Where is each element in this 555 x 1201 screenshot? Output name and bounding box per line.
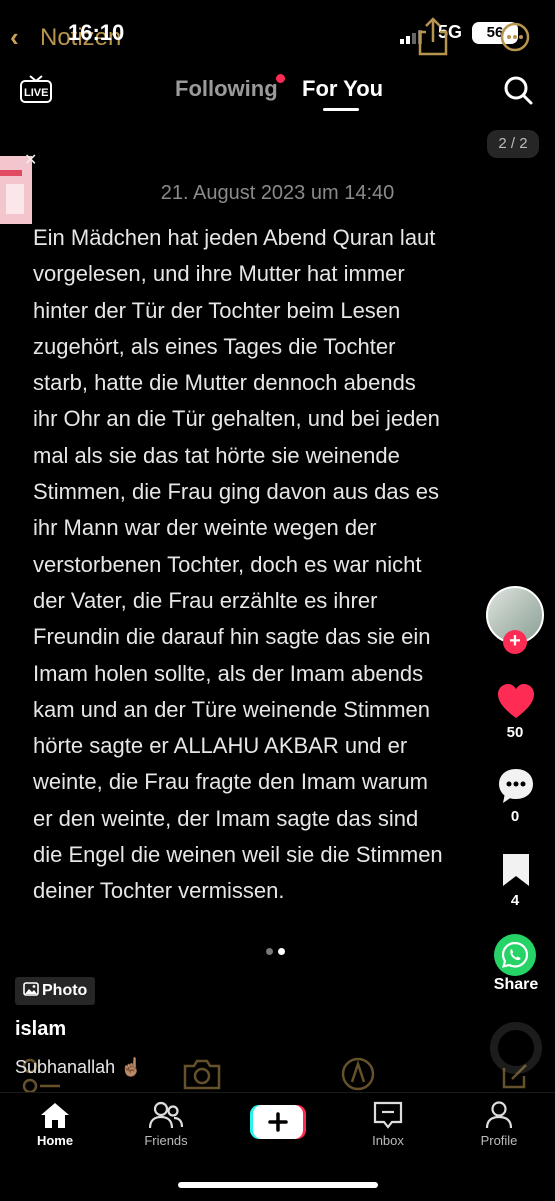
note-line: deiner Tochter vermissen.	[33, 878, 285, 904]
bookmark-icon[interactable]	[500, 852, 532, 888]
note-line: hinter der Tür der Tochter beim Lesen	[33, 297, 401, 323]
note-line: ihr Mann war der weinte wegen der	[33, 515, 377, 541]
note-line: weinte, die Frau fragte den Imam warum	[33, 769, 428, 795]
carousel-dot-active[interactable]	[278, 948, 285, 955]
carousel-dot[interactable]	[266, 948, 273, 955]
note-line: der Vater, die Frau erzählte es ihrer	[33, 587, 378, 613]
note-line: Imam holen sollte, als der Imam abends	[33, 660, 424, 686]
note-line: die Engel die weinen weil sie die Stimme…	[33, 842, 443, 868]
nav-friends[interactable]: Friends	[126, 1101, 206, 1148]
tab-following[interactable]: Following	[175, 76, 278, 102]
note-line: Freundin die darauf hin sagte das sie ei…	[33, 624, 431, 650]
active-tab-underline	[323, 108, 359, 111]
note-line: starb, hatte die Mutter dennoch abends	[33, 370, 416, 396]
nav-inbox[interactable]: Inbox	[348, 1101, 428, 1148]
profile-icon	[485, 1101, 513, 1129]
inbox-icon	[373, 1101, 403, 1129]
compose-icon	[502, 1064, 527, 1089]
carousel-dots	[266, 942, 290, 960]
username[interactable]: islam	[15, 1018, 66, 1041]
note-line: ihr Ohr an die Tür gehalten, und bei jed…	[33, 406, 440, 432]
live-label: LIVE	[24, 87, 49, 99]
note-body: Ein Mädchen hat jeden Abend Quran laut v…	[33, 220, 513, 910]
post-caption: Subhanallah ☝🏽	[15, 1057, 143, 1077]
nav-profile-label: Profile	[480, 1133, 518, 1148]
photo-tag-label: Photo	[42, 982, 88, 999]
nav-inbox-label: Inbox	[372, 1133, 404, 1148]
page-indicator: 2 / 2	[487, 130, 539, 158]
live-button[interactable]: LIVE	[20, 74, 52, 104]
note-line: zugehört, als eines Tages die Tochter	[33, 333, 396, 359]
following-notification-dot	[276, 74, 285, 83]
note-line: verstorbenen Tochter, doch es war nicht	[33, 551, 422, 577]
home-icon	[41, 1103, 69, 1128]
bookmark-count: 4	[510, 892, 520, 909]
search-icon[interactable]	[502, 74, 534, 106]
photo-tag: Photo	[15, 977, 96, 1005]
heart-icon[interactable]	[496, 682, 536, 722]
status-bar: ‹ Notizen 16:10 5G 56	[0, 0, 555, 72]
nav-home-label: Home	[36, 1133, 74, 1148]
comment-count: 0	[510, 808, 520, 825]
clock: 16:10	[68, 20, 125, 45]
whatsapp-share-button[interactable]	[494, 934, 536, 976]
note-line: er den weinte, der Imam sagte das sind	[33, 805, 419, 831]
note-line: Stimmen, die Frau ging davon aus das es	[33, 479, 440, 505]
friends-icon	[149, 1101, 183, 1129]
comment-icon[interactable]	[496, 766, 536, 806]
more-options-icon[interactable]	[500, 22, 530, 52]
note-line: mal als sie das tat hörte sie weinende	[33, 442, 400, 468]
camera-icon	[183, 1059, 221, 1090]
note-line: hörte sagte er ALLAHU AKBAR und er	[33, 733, 408, 759]
back-chevron-icon[interactable]: ‹	[10, 22, 19, 53]
image-icon	[23, 982, 39, 996]
create-plus-button[interactable]	[250, 1105, 306, 1139]
close-icon[interactable]: ✕	[24, 150, 37, 170]
note-line: vorgelesen, und ihre Mutter hat immer	[33, 261, 405, 287]
note-line: Ein Mädchen hat jeden Abend Quran laut	[33, 225, 436, 250]
note-date: 21. August 2023 um 14:40	[160, 182, 395, 204]
share-label: Share	[493, 976, 539, 993]
nav-home[interactable]: Home	[15, 1101, 95, 1148]
tab-for-you[interactable]: For You	[302, 76, 383, 102]
nav-friends-label: Friends	[144, 1133, 188, 1148]
follow-plus-icon[interactable]: +	[503, 630, 527, 654]
share-upload-icon[interactable]	[416, 16, 450, 56]
markup-pen-icon	[341, 1057, 375, 1091]
nav-profile[interactable]: Profile	[459, 1101, 539, 1148]
like-count: 50	[506, 724, 524, 741]
home-indicator	[178, 1182, 378, 1188]
note-line: kam und an der Türe weinende Stimmen	[33, 696, 431, 722]
whatsapp-icon	[501, 941, 529, 968]
